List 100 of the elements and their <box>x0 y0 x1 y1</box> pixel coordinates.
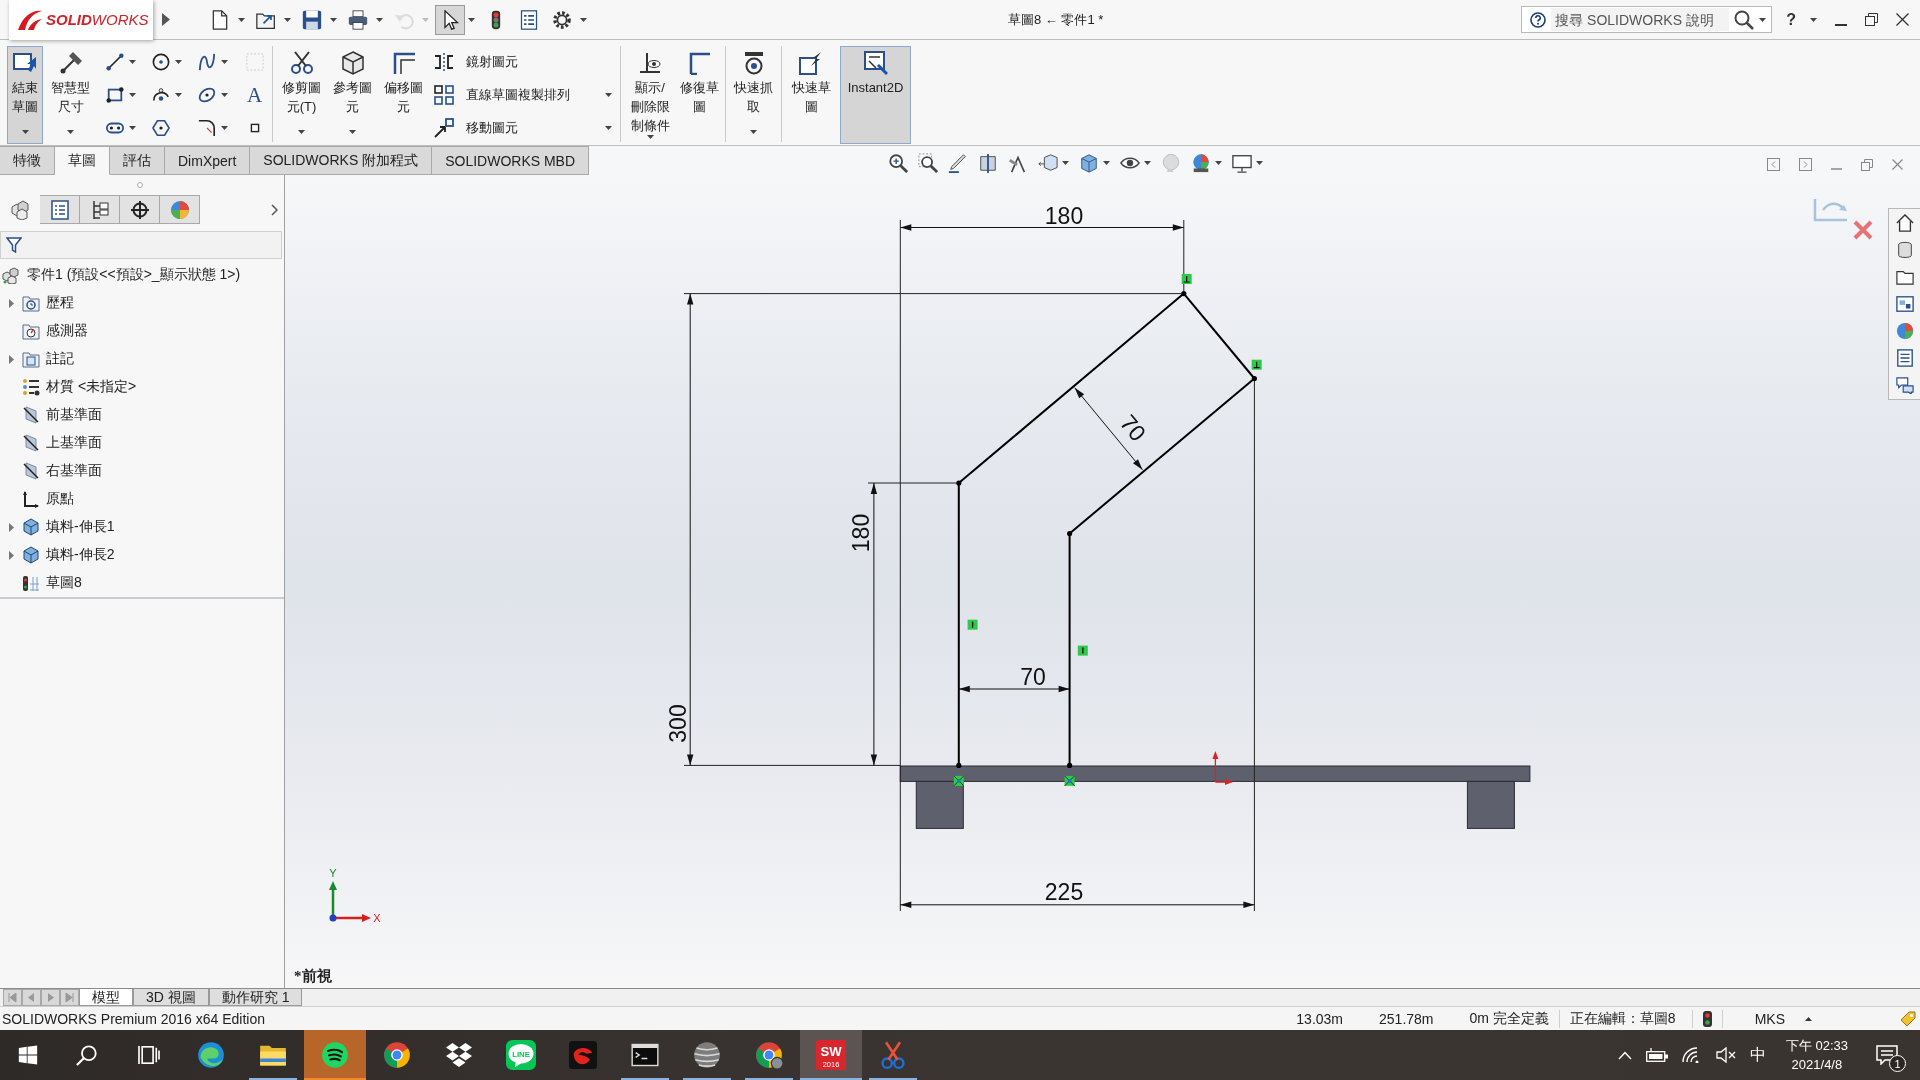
cylinder-icon[interactable] <box>1895 241 1914 259</box>
command-tab[interactable]: 特徵 <box>0 146 55 175</box>
caret-icon[interactable] <box>284 17 291 22</box>
tree-item[interactable]: 草圖8 <box>0 569 284 597</box>
fillet-icon[interactable] <box>198 118 216 137</box>
coincident-relation-icon[interactable] <box>1064 775 1076 787</box>
tree-item[interactable]: 前基準面 <box>0 401 284 429</box>
line-icon[interactable] <box>106 52 124 71</box>
vertical-relation-icon[interactable] <box>1077 645 1088 656</box>
tree-item[interactable]: 材質 <未指定> <box>0 373 284 401</box>
app-logo[interactable]: SOLIDWORKS <box>9 0 153 40</box>
traffic-light-icon[interactable] <box>1702 1010 1712 1027</box>
text-tool-button[interactable]: A <box>246 83 264 106</box>
caret-icon[interactable] <box>175 59 182 64</box>
tree-item[interactable]: 零件1 (預設<<預設>_顯示狀態 1>) <box>0 261 284 289</box>
dimension-value[interactable]: 70 <box>1114 409 1152 447</box>
caret-icon[interactable] <box>238 17 245 22</box>
expand-arrow-icon[interactable] <box>8 298 14 308</box>
coincident-relation-icon[interactable] <box>953 775 965 787</box>
trim-button[interactable]: 修剪圖元(T) <box>279 46 324 144</box>
tree-item[interactable]: 右基準面 <box>0 457 284 485</box>
unit-system[interactable]: MKS <box>1754 1010 1785 1027</box>
dimension-value[interactable]: 300 <box>664 704 691 743</box>
dimension-value[interactable]: 180 <box>1044 202 1084 229</box>
command-tab[interactable]: DimXpert <box>165 146 251 175</box>
document-tab[interactable]: 模型 <box>79 989 133 1006</box>
spline-icon[interactable] <box>198 52 216 71</box>
exit-sketch-button[interactable]: 結束草圖 <box>7 46 43 144</box>
move-button[interactable]: 移動圖元 <box>432 111 614 144</box>
smart-dimension-button[interactable]: 智慧型尺寸 <box>49 46 92 144</box>
grip-dot-icon[interactable] <box>137 182 143 188</box>
arc-icon[interactable] <box>152 85 170 104</box>
cube-arrow-icon[interactable] <box>1038 153 1058 173</box>
sketch-line[interactable] <box>1068 377 1256 535</box>
caret-icon[interactable] <box>605 92 612 97</box>
dimension-value[interactable]: 180 <box>848 513 874 553</box>
sketch-point-icon[interactable] <box>1067 762 1073 768</box>
instant2d-button[interactable]: Instant2D <box>840 46 911 144</box>
tree-item[interactable]: 上基準面 <box>0 429 284 457</box>
rapid-sketch-button[interactable]: 快速草圖 <box>788 46 834 144</box>
speaker-muted-icon[interactable] <box>1715 1047 1736 1063</box>
caret-icon[interactable] <box>21 130 29 134</box>
caret-icon[interactable] <box>1256 161 1263 165</box>
caret-icon[interactable] <box>468 17 475 22</box>
expand-arrow-icon[interactable] <box>8 550 14 560</box>
caret-icon[interactable] <box>298 130 305 134</box>
command-tab[interactable]: 評估 <box>110 146 165 175</box>
relations-button[interactable]: 顯示/刪除限制條件 <box>627 46 673 144</box>
panel-right-icon[interactable] <box>1799 158 1812 171</box>
caret-icon[interactable] <box>1215 161 1222 165</box>
rectangle-icon[interactable] <box>106 85 124 104</box>
caret-icon[interactable] <box>1103 161 1110 165</box>
caret-icon[interactable] <box>580 17 587 22</box>
sketch-point-icon[interactable] <box>956 762 962 768</box>
pencil-icon[interactable] <box>948 153 968 173</box>
panel-tab[interactable] <box>120 195 160 224</box>
search-icon[interactable] <box>1734 9 1755 30</box>
document-tab[interactable]: 3D 視圖 <box>133 989 209 1006</box>
caret-icon[interactable] <box>129 92 136 97</box>
chevron-up-icon[interactable] <box>1617 1050 1632 1060</box>
plate-foot[interactable] <box>915 780 964 829</box>
caret-icon[interactable] <box>221 125 228 130</box>
repair-button[interactable]: 修復草圖 <box>679 46 719 144</box>
dimension-value[interactable]: 70 <box>1020 663 1046 690</box>
sketch-line[interactable] <box>1182 292 1256 380</box>
search-field[interactable]: 搜尋 SOLIDWORKS 說明 <box>1521 6 1773 33</box>
taskbar-button[interactable]: SW 2016 <box>800 1030 862 1080</box>
filter-icon[interactable] <box>6 237 22 253</box>
document-tab[interactable]: 動作研究 1 <box>208 989 303 1006</box>
mirror-button[interactable]: 鏡射圖元 <box>432 45 614 78</box>
sketch-point-icon[interactable] <box>1251 375 1257 382</box>
magnifier-square-icon[interactable] <box>918 153 938 173</box>
color-ball-icon[interactable] <box>1895 322 1914 340</box>
tag-icon[interactable] <box>1900 1010 1916 1027</box>
panel-tab[interactable] <box>80 195 120 224</box>
linear-pattern-button[interactable]: 直線草圖複製排列 <box>432 78 614 111</box>
help-button[interactable]: ? <box>1786 10 1796 29</box>
quick-snaps-button[interactable]: 快速抓取 <box>732 46 775 144</box>
caret-icon[interactable] <box>129 125 136 130</box>
command-tab[interactable]: SOLIDWORKS MBD <box>432 146 590 175</box>
menu-flyout-icon[interactable] <box>162 13 170 26</box>
perpendicular-relation-icon[interactable] <box>1181 274 1192 284</box>
command-tab[interactable]: 草圖 <box>55 146 110 175</box>
section-view-icon[interactable] <box>978 153 998 173</box>
caret-icon[interactable] <box>330 17 337 22</box>
sketch-point-icon[interactable] <box>1067 530 1073 537</box>
sketch-line[interactable] <box>957 292 1185 484</box>
select-button[interactable] <box>435 4 465 35</box>
tree-item[interactable]: 歷程 <box>0 289 284 317</box>
caret-icon[interactable] <box>1810 17 1817 22</box>
taskbar-button[interactable] <box>304 1030 366 1080</box>
caret-icon[interactable] <box>1759 17 1767 22</box>
caret-icon[interactable] <box>175 92 182 97</box>
tree-item[interactable]: 填料-伸長1 <box>0 513 284 541</box>
expand-arrow-icon[interactable] <box>8 522 14 532</box>
dimension-value[interactable]: 225 <box>1044 879 1084 905</box>
perpendicular-relation-icon[interactable] <box>1251 359 1262 370</box>
caret-icon[interactable] <box>221 59 228 64</box>
speech-bubbles-icon[interactable] <box>1895 376 1914 394</box>
help-circle-icon[interactable] <box>1530 11 1547 28</box>
